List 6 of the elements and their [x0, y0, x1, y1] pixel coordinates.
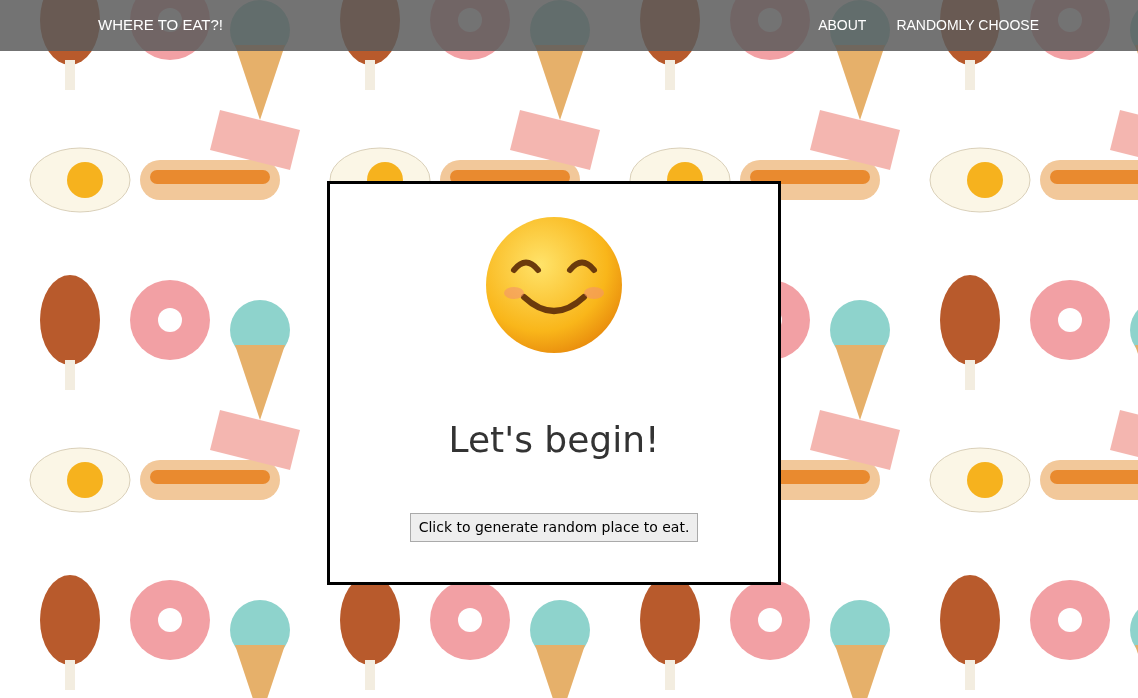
- nav-link[interactable]: RANDOMLY CHOOSE: [896, 15, 1039, 36]
- nav-link[interactable]: ABOUT: [818, 15, 867, 36]
- smiling-face-icon: [484, 215, 624, 355]
- heading: Let's begin!: [448, 418, 660, 462]
- brand-link[interactable]: WHERE TO EAT?!: [98, 14, 224, 37]
- generate-button[interactable]: Click to generate random place to eat.: [409, 513, 699, 542]
